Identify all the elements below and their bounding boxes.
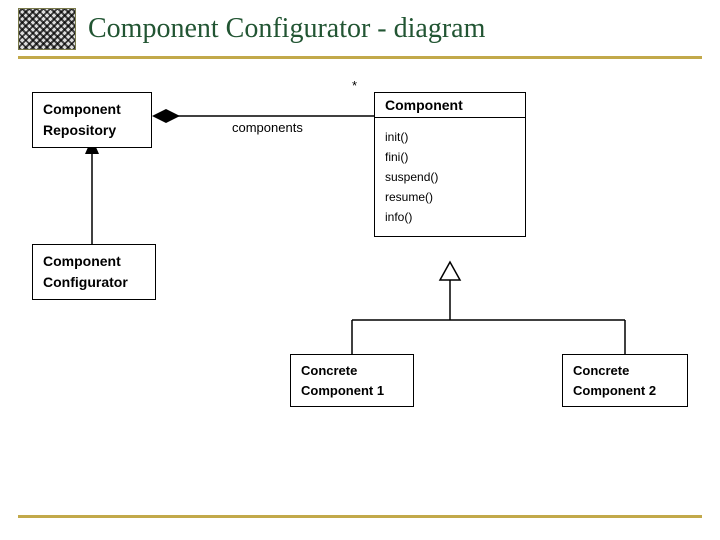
class-operations: init() fini() suspend() resume() info() [375, 118, 525, 236]
class-component-configurator: Component Configurator [32, 244, 156, 300]
label-line: Repository [43, 120, 141, 141]
label-line: Concrete [573, 361, 677, 381]
class-component: Component init() fini() suspend() resume… [374, 92, 526, 237]
operation: resume() [385, 190, 515, 204]
operation: suspend() [385, 170, 515, 184]
logo-icon [18, 8, 76, 50]
class-concrete-component-2: Concrete Component 2 [562, 354, 688, 407]
operation: info() [385, 210, 515, 224]
slide-header: Component Configurator - diagram [0, 0, 720, 54]
assoc-role: components [232, 120, 303, 135]
label-line: Concrete [301, 361, 403, 381]
link-configurator-repository [85, 138, 99, 244]
operation: fini() [385, 150, 515, 164]
footer-rule [18, 515, 702, 518]
label-line: Component 2 [573, 381, 677, 401]
label-line: Component [43, 99, 141, 120]
operation: init() [385, 130, 515, 144]
class-component-repository: Component Repository [32, 92, 152, 148]
class-concrete-component-1: Concrete Component 1 [290, 354, 414, 407]
gen-concretes-component [352, 262, 625, 354]
uml-canvas: Component Repository Component Configura… [0, 58, 720, 498]
class-name: Component [375, 93, 525, 118]
label-line: Component [43, 251, 145, 272]
label-line: Component 1 [301, 381, 403, 401]
label-line: Configurator [43, 272, 145, 293]
assoc-multiplicity: * [352, 78, 357, 93]
slide: Component Configurator - diagram [0, 0, 720, 540]
slide-title: Component Configurator - diagram [88, 13, 485, 45]
